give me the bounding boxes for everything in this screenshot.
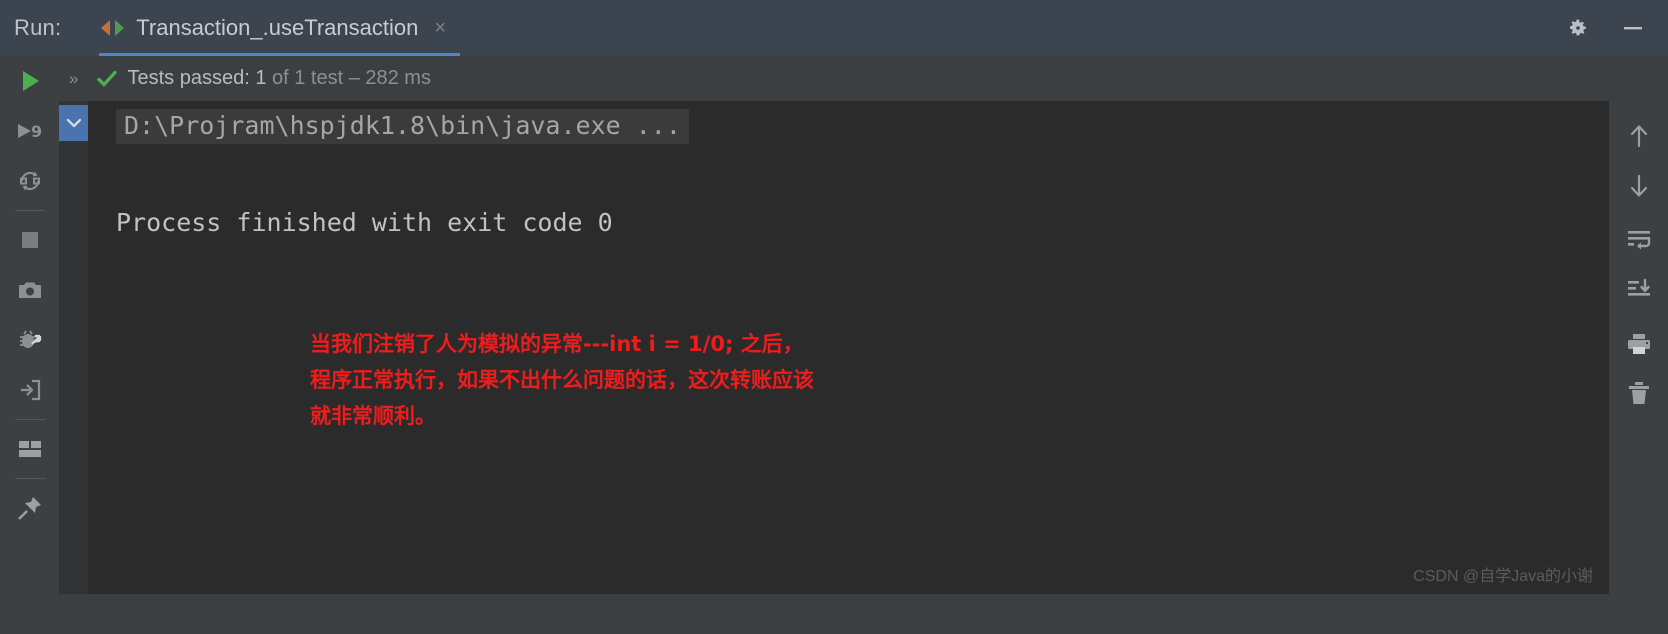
run-label: Run: — [14, 15, 62, 40]
rerun-failed-tests-button[interactable]: 9 — [0, 106, 59, 156]
svg-text:9: 9 — [31, 122, 42, 141]
toggle-auto-test-button[interactable] — [0, 156, 59, 206]
chevron-down-icon[interactable] — [59, 105, 88, 141]
console-command-line: D:\Projram\hspjdk1.8\bin\java.exe ... — [116, 109, 689, 144]
printer-icon[interactable] — [1609, 319, 1668, 369]
import-arrow-box-icon[interactable] — [0, 365, 59, 415]
annotation-text: 当我们注销了人为模拟的异常---int i = 1/0; 之后， 程序正常执行，… — [310, 332, 814, 428]
console-gutter — [59, 101, 88, 594]
trash-icon[interactable] — [1609, 369, 1668, 419]
close-icon[interactable]: × — [434, 18, 446, 38]
run-actions-toolbar: 9 — [0, 56, 59, 634]
run-test-config-icon — [101, 17, 125, 39]
minimize-icon[interactable] — [1620, 16, 1646, 40]
bug-arrow-icon[interactable] — [0, 315, 59, 365]
tab-transaction-usetransaction[interactable]: Transaction_.useTransaction × — [91, 0, 460, 56]
tests-passed-count: 1 — [255, 67, 267, 89]
expand-chevrons-icon[interactable]: » — [69, 69, 79, 89]
gear-icon[interactable] — [1566, 16, 1590, 40]
soft-wrap-icon[interactable] — [1609, 215, 1668, 265]
arrow-down-icon[interactable] — [1609, 161, 1668, 211]
toolbar-divider-3 — [14, 478, 45, 479]
camera-icon[interactable] — [0, 265, 59, 315]
titlebar-controls — [1566, 16, 1668, 40]
console-bottom-strip — [59, 594, 1609, 634]
console-text-area[interactable]: D:\Projram\hspjdk1.8\bin\java.exe ... Pr… — [88, 101, 1609, 594]
tests-passed-suffix: of 1 test – 282 ms — [266, 67, 431, 89]
layout-panes-icon[interactable] — [0, 424, 59, 474]
toolbar-divider-2 — [14, 419, 45, 420]
console-output-panel: D:\Projram\hspjdk1.8\bin\java.exe ... Pr… — [59, 101, 1609, 594]
watermark: CSDN @自学Java的小谢 — [1413, 568, 1593, 585]
console-exit-line: Process finished with exit code 0 — [116, 208, 613, 237]
console-actions-toolbar — [1609, 101, 1668, 634]
toolbar-divider — [14, 210, 45, 211]
scroll-to-end-icon[interactable] — [1609, 265, 1668, 315]
status-bar-text: Tests passed: 1 of 1 test – 282 ms — [127, 67, 431, 90]
arrow-up-icon[interactable] — [1609, 111, 1668, 161]
stop-button[interactable] — [0, 215, 59, 265]
run-tool-window: Run: Transaction_.useTransaction × » Tes… — [0, 0, 1668, 634]
green-check-icon — [96, 68, 118, 90]
tab-title: Transaction_.useTransaction — [136, 15, 419, 40]
pin-icon[interactable] — [0, 483, 59, 533]
test-status-bar: » Tests passed: 1 of 1 test – 282 ms — [59, 56, 1668, 101]
rerun-button[interactable] — [0, 56, 59, 106]
tests-passed-label: Tests passed: — [127, 67, 256, 89]
run-tool-window-titlebar: Run: Transaction_.useTransaction × — [0, 0, 1668, 56]
